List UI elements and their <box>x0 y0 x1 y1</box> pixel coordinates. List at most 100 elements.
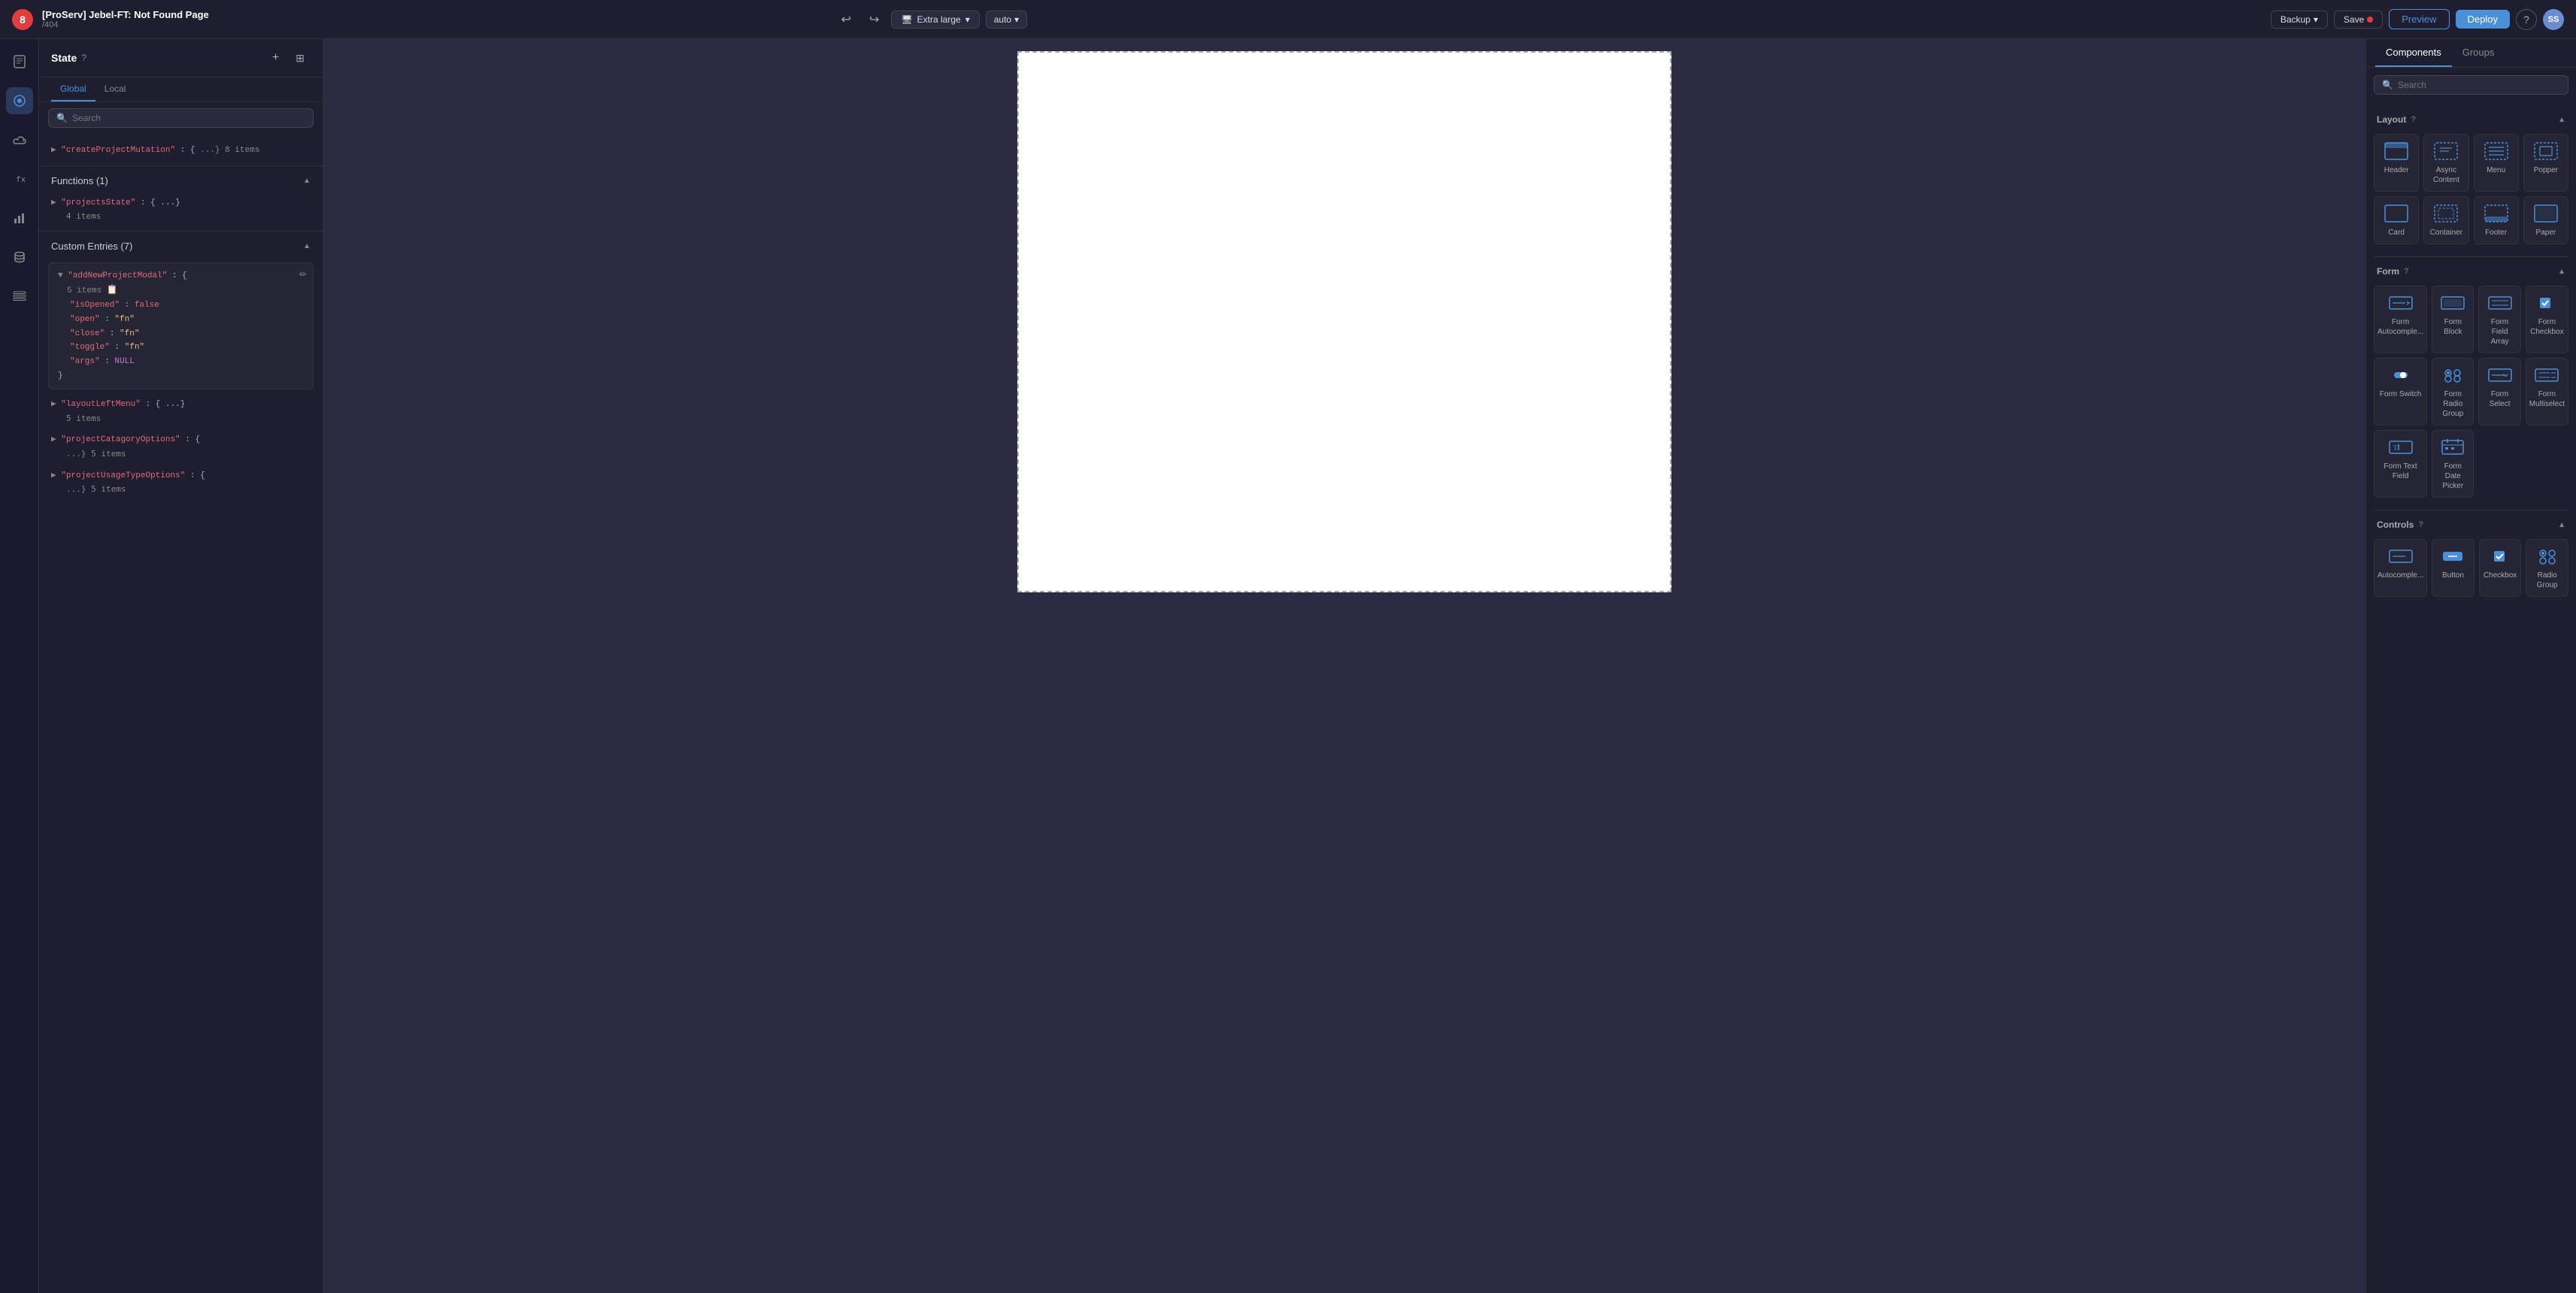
tab-components[interactable]: Components <box>2375 39 2452 67</box>
controls-chevron-icon: ▲ <box>2558 521 2565 529</box>
avatar: SS <box>2543 9 2564 30</box>
components-search[interactable]: 🔍 <box>2374 75 2568 95</box>
layout-chevron-icon: ▲ <box>2558 116 2565 124</box>
redo-button[interactable]: ↪ <box>863 9 885 30</box>
component-autocomplete[interactable]: Autocomple... <box>2374 539 2427 597</box>
page-subtitle: /404 <box>42 20 209 29</box>
card-label: Card <box>2388 228 2405 238</box>
form-autocomplete-icon <box>2387 292 2414 313</box>
radio-group-label: Radio Group <box>2529 571 2565 590</box>
checkbox-icon <box>2487 546 2514 567</box>
form-multiselect-icon <box>2533 365 2560 386</box>
controls-grid: Autocomple... Button Checkbox <box>2366 536 2576 603</box>
backup-chevron-icon: ▾ <box>2314 14 2318 25</box>
component-form-switch[interactable]: Form Switch <box>2374 358 2427 425</box>
component-container[interactable]: Container <box>2423 196 2468 244</box>
topbar-actions: Backup ▾ Save Preview Deploy ? SS <box>2271 9 2564 30</box>
menu-icon <box>2483 141 2510 162</box>
canvas-area[interactable] <box>323 39 2365 1293</box>
save-button[interactable]: Save <box>2334 11 2383 29</box>
deploy-button[interactable]: Deploy <box>2456 10 2510 29</box>
sidebar-item-cloud[interactable] <box>6 126 33 153</box>
controls-section-header[interactable]: Controls ? ▲ <box>2366 513 2576 536</box>
tab-local[interactable]: Local <box>95 77 135 101</box>
radio-group-icon <box>2534 546 2561 567</box>
custom-entries-chevron-icon: ▲ <box>303 242 311 250</box>
custom-entries-section-header[interactable]: Custom Entries (7) ▲ <box>39 235 323 258</box>
component-form-radio-group[interactable]: Form Radio Group <box>2432 358 2474 425</box>
device-chevron-icon: ▾ <box>965 14 970 25</box>
component-form-text-field[interactable]: T Form Text Field <box>2374 430 2427 498</box>
menu-label: Menu <box>2487 165 2505 175</box>
components-content: Layout ? ▲ Header Async <box>2366 102 2576 1293</box>
component-form-autocomplete[interactable]: Form Autocomple... <box>2374 286 2427 353</box>
preview-button[interactable]: Preview <box>2389 9 2449 29</box>
paper-icon <box>2532 203 2559 224</box>
list-item[interactable]: ▶ "projectUsageTypeOptions" : { ...} 5 i… <box>39 465 323 501</box>
icon-bar: fx <box>0 39 39 1293</box>
list-item[interactable]: ▶ "layoutLeftMenu" : { ...} 5 items <box>39 394 323 429</box>
right-panel: Components Groups 🔍 Layout ? ▲ <box>2365 39 2576 1293</box>
form-select-icon <box>2487 365 2514 386</box>
component-menu[interactable]: Menu <box>2474 134 2519 192</box>
sidebar-item-settings[interactable] <box>6 283 33 310</box>
functions-section-header[interactable]: Functions (1) ▲ <box>39 169 323 192</box>
component-popper[interactable]: Popper <box>2523 134 2568 192</box>
footer-icon <box>2483 203 2510 224</box>
list-item[interactable]: ▶ "createProjectMutation" : { ...} 8 ite… <box>39 140 323 162</box>
component-form-date-picker[interactable]: Form Date Picker <box>2432 430 2474 498</box>
help-button[interactable]: ? <box>2516 9 2537 30</box>
component-header[interactable]: Header <box>2374 134 2419 192</box>
list-item[interactable]: ▶ "projectCatagoryOptions" : { ...} 5 it… <box>39 429 323 465</box>
backup-button[interactable]: Backup ▾ <box>2271 11 2328 29</box>
sidebar-item-chart[interactable] <box>6 204 33 232</box>
auto-selector[interactable]: auto ▾ <box>986 11 1027 29</box>
state-add-button[interactable]: + <box>266 48 285 68</box>
sidebar-item-state[interactable] <box>6 87 33 114</box>
auto-chevron-icon: ▾ <box>1014 14 1019 25</box>
tab-global[interactable]: Global <box>51 77 95 101</box>
component-form-block[interactable]: Form Block <box>2432 286 2474 353</box>
save-dot <box>2367 17 2373 23</box>
sidebar-item-function[interactable]: fx <box>6 165 33 192</box>
state-panel-header: State ? + ⊞ <box>39 39 323 77</box>
autocomplete-icon <box>2387 546 2414 567</box>
card-icon <box>2383 203 2410 224</box>
component-form-checkbox[interactable]: Form Checkbox <box>2526 286 2568 353</box>
state-expand-button[interactable]: ⊞ <box>289 48 311 68</box>
footer-label: Footer <box>2485 228 2507 238</box>
component-checkbox[interactable]: Checkbox <box>2479 539 2522 597</box>
autocomplete-label: Autocomple... <box>2377 571 2423 580</box>
undo-button[interactable]: ↩ <box>835 9 857 30</box>
layout-section-header[interactable]: Layout ? ▲ <box>2366 108 2576 131</box>
form-section-header[interactable]: Form ? ▲ <box>2366 260 2576 283</box>
edit-icon[interactable]: ✏ <box>299 269 307 280</box>
component-button[interactable]: Button <box>2432 539 2474 597</box>
sidebar-item-page[interactable] <box>6 48 33 75</box>
component-async-content[interactable]: Async Content <box>2423 134 2468 192</box>
device-selector[interactable]: 🖥 Extra large ▾ <box>891 11 979 29</box>
state-search[interactable]: 🔍 <box>48 108 314 128</box>
components-search-input[interactable] <box>2398 80 2560 90</box>
component-form-multiselect[interactable]: Form Multiselect <box>2526 358 2568 425</box>
svg-text:fx: fx <box>16 174 26 184</box>
state-search-input[interactable] <box>72 113 305 123</box>
component-form-select[interactable]: Form Select <box>2478 358 2520 425</box>
component-card[interactable]: Card <box>2374 196 2419 244</box>
list-item[interactable]: ▶ "projectsState" : { ...} 4 items <box>39 192 323 228</box>
state-help-icon[interactable]: ? <box>81 53 86 63</box>
component-footer[interactable]: Footer <box>2474 196 2519 244</box>
tab-groups[interactable]: Groups <box>2452 39 2505 67</box>
controls-help-icon: ? <box>2418 520 2423 529</box>
sidebar-item-database[interactable] <box>6 244 33 271</box>
auto-label: auto <box>994 14 1011 25</box>
container-icon <box>2432 203 2459 224</box>
component-form-field-array[interactable]: Form Field Array <box>2478 286 2520 353</box>
form-field-array-icon <box>2487 292 2514 313</box>
topbar-title: [ProServ] Jebel-FT: Not Found Page /404 <box>42 9 209 29</box>
form-date-picker-label: Form Date Picker <box>2435 462 2470 491</box>
component-radio-group[interactable]: Radio Group <box>2526 539 2568 597</box>
form-grid: Form Autocomple... Form Block Form Field… <box>2366 283 2576 507</box>
svg-text:T: T <box>2393 444 2398 452</box>
component-paper[interactable]: Paper <box>2523 196 2568 244</box>
